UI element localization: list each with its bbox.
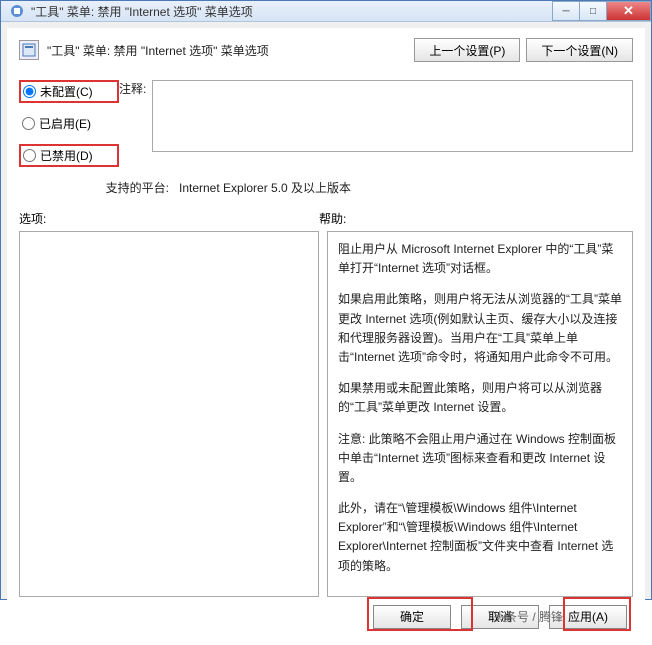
radio-disabled-label: 已禁用(D) <box>40 147 93 164</box>
help-label: 帮助: <box>319 210 633 227</box>
panels: 阻止用户从 Microsoft Internet Explorer 中的“工具”… <box>19 231 633 597</box>
apply-button[interactable]: 应用(A) <box>549 605 627 629</box>
ok-button[interactable]: 确定 <box>373 605 451 629</box>
radio-not-configured-label: 未配置(C) <box>40 83 93 100</box>
options-label: 选项: <box>19 210 319 227</box>
radio-not-configured-input[interactable] <box>23 85 36 98</box>
radio-enabled-input[interactable] <box>22 117 35 130</box>
help-paragraph: 注意: 此策略不会阻止用户通过在 Windows 控制面板中单击“Interne… <box>338 430 622 488</box>
maximize-button[interactable]: □ <box>579 1 607 21</box>
policy-icon <box>19 40 39 60</box>
help-paragraph: 此外，请在“\管理模板\Windows 组件\Internet Explorer… <box>338 499 622 576</box>
close-button[interactable]: ✕ <box>606 1 651 21</box>
section-labels: 选项: 帮助: <box>19 210 633 227</box>
platform-label: 支持的平台: <box>19 179 179 196</box>
content-area: "工具" 菜单: 禁用 "Internet 选项" 菜单选项 上一个设置(P) … <box>7 28 645 645</box>
minimize-button[interactable]: ─ <box>552 1 580 21</box>
help-paragraph: 如果启用此策略，则用户将无法从浏览器的“工具”菜单更改 Internet 选项(… <box>338 290 622 367</box>
footer: 确定 取消 应用(A) 头条号 / 腾锋 <box>19 597 633 635</box>
options-panel <box>19 231 319 597</box>
help-panel: 阻止用户从 Microsoft Internet Explorer 中的“工具”… <box>327 231 633 597</box>
config-row: 未配置(C) 已启用(E) 已禁用(D) 注释: <box>19 80 633 167</box>
prev-setting-button[interactable]: 上一个设置(P) <box>414 38 520 62</box>
radio-disabled[interactable]: 已禁用(D) <box>19 144 119 167</box>
next-setting-button[interactable]: 下一个设置(N) <box>526 38 633 62</box>
radio-enabled-label: 已启用(E) <box>39 115 91 132</box>
platform-row: 支持的平台: Internet Explorer 5.0 及以上版本 <box>19 179 633 196</box>
header-row: "工具" 菜单: 禁用 "Internet 选项" 菜单选项 上一个设置(P) … <box>19 38 633 62</box>
radio-group: 未配置(C) 已启用(E) 已禁用(D) <box>19 80 119 167</box>
comment-label: 注释: <box>119 80 146 167</box>
radio-enabled[interactable]: 已启用(E) <box>19 113 119 134</box>
help-paragraph: 如果禁用或未配置此策略，则用户将可以从浏览器的“工具”菜单更改 Internet… <box>338 379 622 417</box>
radio-disabled-input[interactable] <box>23 149 36 162</box>
cancel-button[interactable]: 取消 <box>461 605 539 629</box>
comment-textarea[interactable] <box>152 80 633 152</box>
platform-value: Internet Explorer 5.0 及以上版本 <box>179 179 633 196</box>
help-paragraph: 阻止用户从 Microsoft Internet Explorer 中的“工具”… <box>338 240 622 278</box>
app-icon <box>9 3 25 19</box>
dialog-window: "工具" 菜单: 禁用 "Internet 选项" 菜单选项 ─ □ ✕ "工具… <box>0 0 652 600</box>
titlebar[interactable]: "工具" 菜单: 禁用 "Internet 选项" 菜单选项 ─ □ ✕ <box>1 1 651 22</box>
window-title: "工具" 菜单: 禁用 "Internet 选项" 菜单选项 <box>31 3 553 20</box>
window-controls: ─ □ ✕ <box>553 1 651 21</box>
policy-title: "工具" 菜单: 禁用 "Internet 选项" 菜单选项 <box>47 42 408 59</box>
radio-not-configured[interactable]: 未配置(C) <box>19 80 119 103</box>
